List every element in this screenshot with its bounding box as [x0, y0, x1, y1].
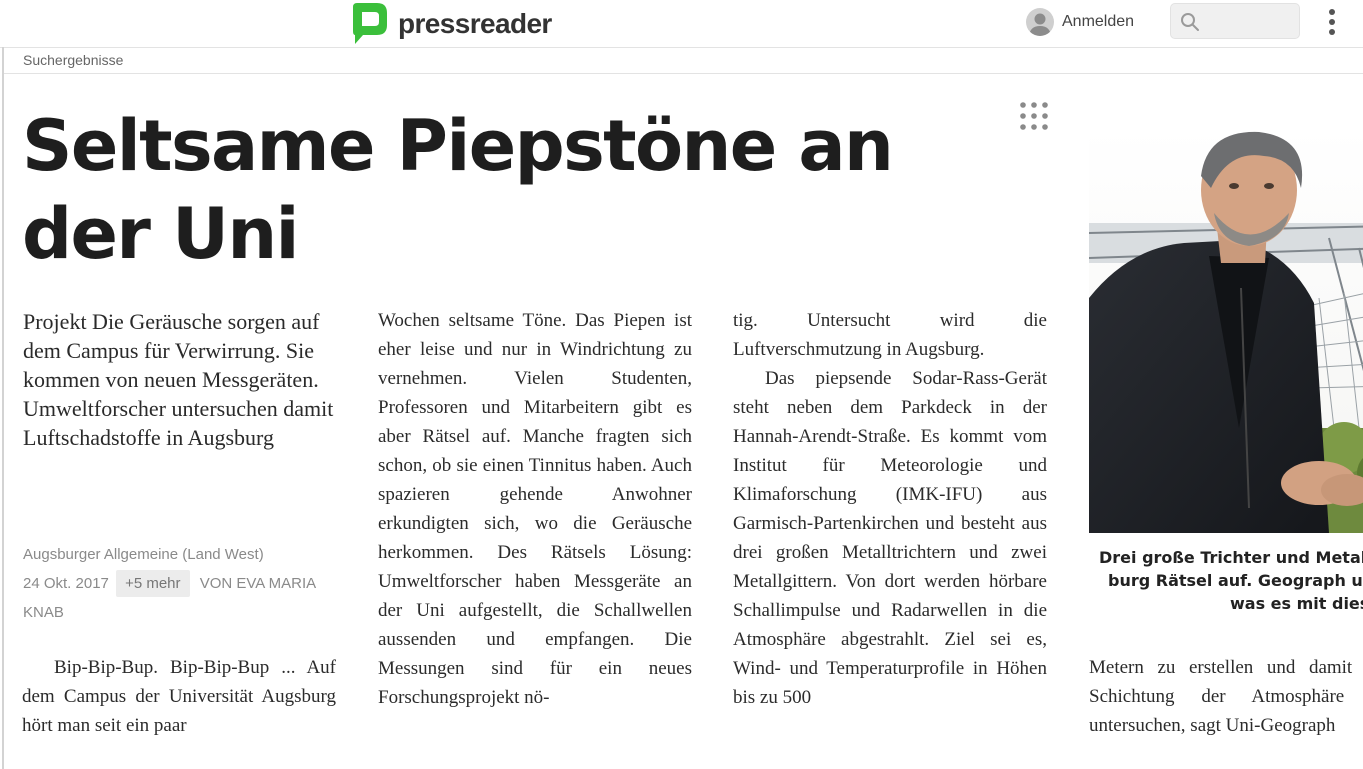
article-meta: Augsburger Allgemeine (Land West) 24 Okt… — [23, 540, 353, 627]
article-column-3: tig. Untersucht wird die Luftverschmutzu… — [733, 306, 1047, 712]
article-column-1: Bip-Bip-Bup. Bip-Bip-Bup ... Auf dem Cam… — [22, 653, 336, 740]
photo-caption: Drei große Trichter und Metal burg Rätse… — [1089, 546, 1363, 615]
signin-label: Anmelden — [1062, 13, 1135, 30]
search-input[interactable] — [1205, 9, 1297, 35]
body-paragraph: Bip-Bip-Bup. Bip-Bip-Bup ... Auf dem Cam… — [22, 657, 336, 736]
top-bar: pressreader Anmelden — [0, 0, 1363, 48]
layout-grid-icon[interactable] — [1018, 100, 1050, 132]
user-avatar-icon — [1026, 8, 1054, 36]
photo-portrait-image — [1089, 128, 1363, 533]
more-options-icon[interactable] — [1320, 6, 1344, 38]
article-column-2: Wochen seltsame Töne. Das Piepen ist ehe… — [378, 306, 692, 712]
publication-name[interactable]: Augsburger Allgemeine (Land West) — [23, 540, 353, 569]
pressreader-logo-icon — [353, 3, 387, 44]
search-icon — [1181, 13, 1199, 31]
article-headline: Seltsame Piepstöne an der Uni — [22, 105, 894, 275]
breadcrumb-bar: Suchergebnisse — [4, 48, 1363, 74]
article-column-4: Metern zu erstellen und damit die Schich… — [1089, 653, 1363, 740]
signin-button[interactable]: Anmelden — [1026, 7, 1134, 37]
caption-line: was es mit dies — [1230, 594, 1363, 613]
caption-line: burg Rätsel auf. Geograph un — [1108, 571, 1363, 590]
article-lead: Projekt Die Geräusche sorgen auf dem Cam… — [23, 309, 334, 450]
pressreader-logo[interactable]: pressreader — [349, 1, 552, 47]
body-paragraph: tig. Untersucht wird die Luftverschmutzu… — [733, 310, 1047, 360]
publication-date: 24 Okt. 2017 — [23, 575, 109, 592]
body-paragraph: Wochen seltsame Töne. Das Piepen ist ehe… — [378, 310, 692, 708]
article-photo[interactable] — [1089, 128, 1363, 533]
more-editions-button[interactable]: +5 mehr — [116, 570, 190, 597]
caption-line: Drei große Trichter und Metal — [1099, 548, 1363, 567]
body-paragraph: Metern zu erstellen und damit die Schich… — [1089, 657, 1363, 736]
logo-text: pressreader — [398, 8, 552, 39]
body-paragraph: Das piepsende Sodar-Rass-Gerät steht neb… — [733, 368, 1047, 708]
left-edge-divider — [2, 47, 4, 769]
breadcrumb-search-results[interactable]: Suchergebnisse — [23, 52, 123, 68]
search-box[interactable] — [1170, 3, 1300, 39]
